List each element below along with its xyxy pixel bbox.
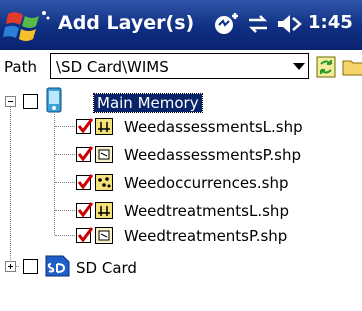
sd-card-icon bbox=[45, 255, 70, 277]
tree-line bbox=[55, 182, 75, 183]
sd-card-label[interactable]: SD Card bbox=[76, 259, 137, 277]
tree-line bbox=[55, 235, 75, 236]
main-memory-label[interactable]: Main Memory bbox=[93, 93, 203, 113]
tree-line bbox=[10, 106, 11, 266]
tree-line bbox=[55, 154, 75, 155]
folder-icon[interactable] bbox=[342, 58, 362, 76]
windows-start-icon[interactable] bbox=[2, 6, 52, 46]
checkmark-icon bbox=[77, 202, 94, 218]
expand-toggle[interactable] bbox=[5, 261, 16, 272]
line-layer-icon bbox=[95, 202, 113, 219]
line-layer-icon bbox=[95, 118, 113, 135]
polygon-layer-icon bbox=[95, 227, 113, 244]
layer-checkbox[interactable] bbox=[76, 174, 94, 190]
checkmark-icon bbox=[77, 227, 94, 243]
tree-line bbox=[55, 126, 75, 127]
collapse-toggle[interactable] bbox=[5, 96, 16, 107]
layer-label: Weedoccurrences.shp bbox=[124, 174, 289, 192]
connectivity-icon[interactable] bbox=[213, 12, 239, 38]
checkmark-icon bbox=[77, 118, 94, 134]
sd-card-checkbox[interactable] bbox=[23, 259, 38, 274]
polygon-layer-icon bbox=[95, 146, 113, 163]
tree-line bbox=[54, 114, 55, 235]
window-title: Add Layer(s) bbox=[58, 12, 195, 34]
point-layer-icon bbox=[95, 174, 113, 191]
refresh-icon[interactable] bbox=[316, 56, 336, 78]
path-value: \SD Card\WIMS bbox=[56, 58, 169, 76]
main-memory-checkbox[interactable] bbox=[23, 94, 38, 109]
layer-checkbox[interactable] bbox=[76, 227, 94, 243]
checkmark-icon bbox=[77, 146, 94, 162]
path-dropdown[interactable]: \SD Card\WIMS bbox=[50, 53, 309, 79]
chevron-down-icon[interactable] bbox=[293, 63, 305, 70]
clock[interactable]: 1:45 bbox=[308, 12, 353, 33]
tree-line bbox=[55, 210, 75, 211]
layer-tree: Main Memory WeedassessmentsL.shp Weedass… bbox=[0, 84, 362, 311]
volume-icon[interactable] bbox=[276, 12, 302, 36]
layer-label: WeedassessmentsL.shp bbox=[124, 118, 303, 136]
path-bar: Path \SD Card\WIMS bbox=[0, 50, 362, 84]
sync-arrows-icon[interactable] bbox=[246, 12, 270, 36]
layer-checkbox[interactable] bbox=[76, 202, 94, 218]
layer-checkbox[interactable] bbox=[76, 146, 94, 162]
title-bar: Add Layer(s) 1:45 bbox=[0, 0, 362, 50]
layer-label: WeedtreatmentsL.shp bbox=[124, 202, 289, 220]
layer-label: WeedtreatmentsP.shp bbox=[124, 227, 288, 245]
path-label: Path bbox=[4, 58, 37, 76]
layer-label: WeedassessmentsP.shp bbox=[124, 146, 301, 164]
layer-checkbox[interactable] bbox=[76, 118, 94, 134]
device-memory-icon bbox=[46, 87, 62, 113]
checkmark-icon bbox=[77, 174, 94, 190]
